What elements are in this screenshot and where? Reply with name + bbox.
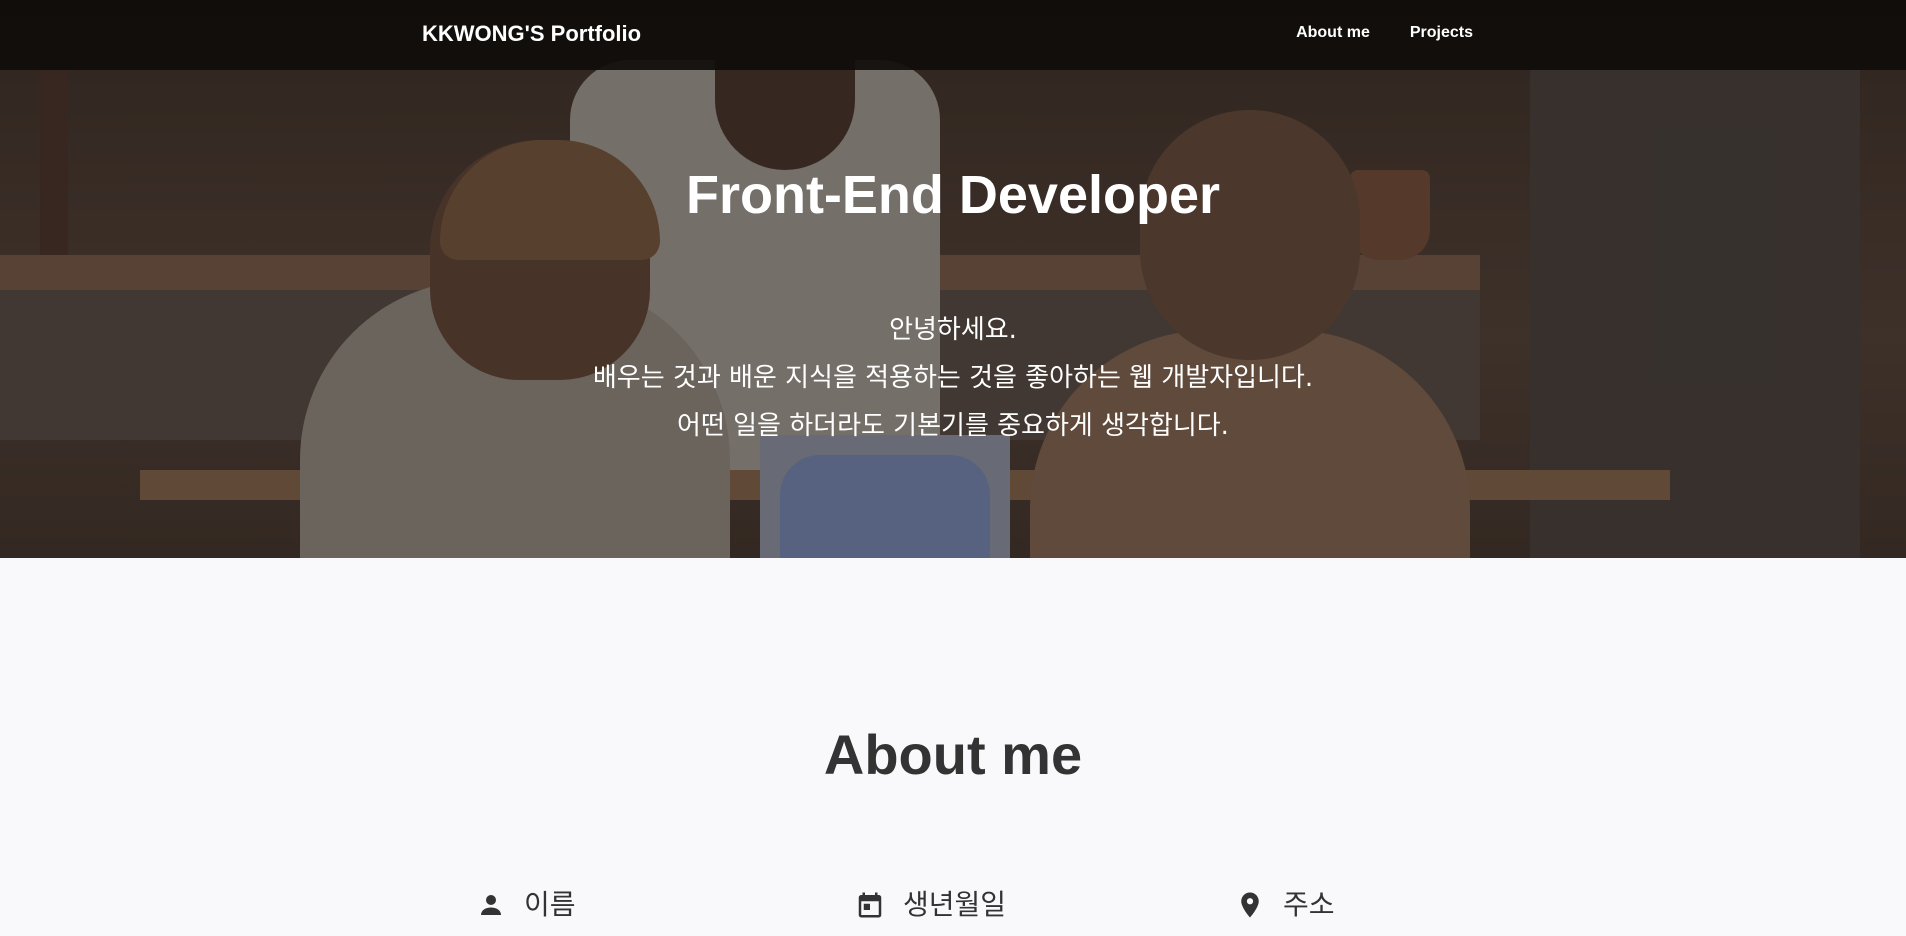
- hero-overlay: [0, 0, 1906, 558]
- nav-link-about-me[interactable]: About me: [1296, 23, 1370, 43]
- navbar: KKWONG'S Portfolio About me Projects: [0, 0, 1906, 70]
- hero-section: Front-End Developer 안녕하세요. 배우는 것과 배운 지식을…: [0, 0, 1906, 558]
- brand-logo-link[interactable]: KKWONG'S Portfolio: [422, 20, 641, 48]
- info-item-address: 주소: [1235, 885, 1335, 925]
- location-pin-icon: [1241, 892, 1259, 918]
- info-label-address: 주소: [1283, 888, 1335, 921]
- hero-line-intro: 배우는 것과 배운 지식을 적용하는 것을 좋아하는 웹 개발자입니다.: [592, 363, 1314, 393]
- calendar-icon: [858, 892, 882, 918]
- info-item-birthdate: 생년월일: [855, 885, 1006, 925]
- nav-links: About me Projects: [1296, 23, 1473, 43]
- info-item-name: 이름: [476, 885, 576, 925]
- hero-title: Front-End Developer: [685, 165, 1221, 225]
- hero-description: 안녕하세요. 배우는 것과 배운 지식을 적용하는 것을 좋아하는 웹 개발자입…: [0, 306, 1906, 450]
- nav-link-projects[interactable]: Projects: [1410, 23, 1473, 43]
- hero-line-greeting: 안녕하세요.: [889, 315, 1017, 345]
- info-label-name: 이름: [524, 888, 576, 921]
- info-label-birthdate: 생년월일: [903, 888, 1007, 921]
- person-icon: [481, 895, 501, 915]
- about-title: About me: [823, 723, 1083, 786]
- hero-line-philosophy: 어떤 일을 하더라도 기본기를 중요하게 생각합니다.: [677, 411, 1229, 441]
